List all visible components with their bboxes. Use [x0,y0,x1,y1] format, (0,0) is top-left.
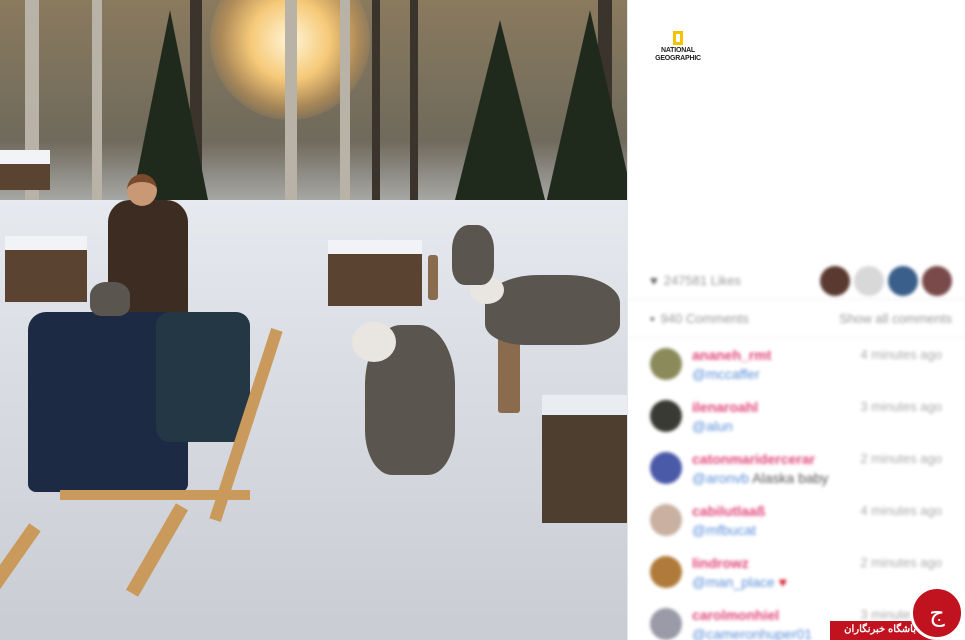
sled-bag [156,312,250,442]
musher-head [127,174,157,206]
comments-count: 940 Comments [660,311,749,326]
speech-bubble-icon: ▪ [650,311,655,326]
avatar[interactable] [650,348,682,380]
avatar[interactable] [650,452,682,484]
national-geographic-logo[interactable]: NATIONAL GEOGRAPHIC [655,31,701,63]
husky-dog [452,225,494,285]
natgeo-frame-icon [673,31,683,45]
avatar[interactable] [888,265,918,296]
tree-trunk [410,0,418,230]
list-item: ilenaroahl 3 minutes ago @alun [628,388,965,440]
list-item: catonmaridercerar 2 minutes ago @aronvb … [628,440,965,492]
comment-mention[interactable]: @alun [692,418,733,434]
pine-tree [540,10,627,230]
comment-username[interactable]: cabilutlaaß [692,503,765,519]
comment-mention[interactable]: @mccaffer [692,366,760,382]
list-item: cabilutlaaß 4 minutes ago @mfbucat [628,492,965,544]
comment-mention[interactable]: @man_place [692,574,775,590]
tree-trunk [372,0,380,230]
avatar[interactable] [820,265,850,296]
list-item: lindrowz 2 minutes ago @man_place ♥ [628,544,965,596]
comment-body: @man_place ♥ [692,574,787,590]
comment-username[interactable]: ananeh_rmt [692,347,771,363]
comment-time: 2 minutes ago [860,555,942,570]
comment-time: 3 minutes ago [860,399,942,414]
logo-line2: GEOGRAPHIC [655,55,701,62]
post-side-panel: NATIONAL GEOGRAPHIC ♥ 247581 Likes ▪ 940… [627,0,965,640]
comment-mention[interactable]: @mfbucat [692,522,756,538]
list-item: ananeh_rmt 4 minutes ago @mccaffer [628,336,965,388]
show-all-comments-link[interactable]: Show all comments [839,311,952,326]
wooden-post [428,255,438,300]
logo-line1: NATIONAL [660,47,696,54]
avatar[interactable] [650,400,682,432]
likes-row: ♥ 247581 Likes [628,262,965,300]
likes-count[interactable]: 247581 Likes [664,273,741,288]
avatar[interactable] [854,265,884,296]
heart-icon[interactable]: ♥ [650,273,658,288]
wooden-stump [542,395,627,523]
comment-time: 4 minutes ago [860,347,942,362]
comment-time: 2 minutes ago [860,451,942,466]
dog-kennel [5,236,87,302]
comment-username[interactable]: ilenaroahl [692,399,758,415]
husky-dog [90,282,130,316]
avatar[interactable] [650,504,682,536]
heart-emoji-icon: ♥ [778,574,787,590]
post-stats: ♥ 247581 Likes ▪ 940 Comments Show all c… [628,262,965,338]
watermark-glyph-icon: ج [929,599,945,627]
comment-username[interactable]: lindrowz [692,555,749,571]
avatar[interactable] [650,608,682,640]
comment-mention[interactable]: @cameronhuper01 [692,626,812,640]
husky-dog [485,275,620,345]
post-photo [0,0,627,640]
comment-list: ananeh_rmt 4 minutes ago @mccaffer ilena… [628,336,965,640]
husky-face [352,322,396,362]
liker-avatars [820,265,952,296]
avatar[interactable] [650,556,682,588]
comment-body: @aronvb Alaska baby [692,470,828,486]
comment-username[interactable]: catonmaridercerar [692,451,815,467]
watermark-logo: ج [910,586,964,640]
dog-kennel [0,150,50,190]
avatar[interactable] [922,265,952,296]
comment-time: 4 minutes ago [860,503,942,518]
comment-mention[interactable]: @aronvb [692,470,749,486]
comments-row: ▪ 940 Comments Show all comments [628,300,965,338]
comment-username[interactable]: carolmonhiel [692,607,779,623]
dog-kennel [328,240,422,306]
comment-text: Alaska baby [752,470,829,486]
